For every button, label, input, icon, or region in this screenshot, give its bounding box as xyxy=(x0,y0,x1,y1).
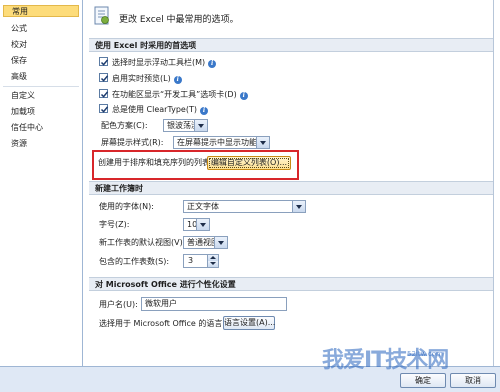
excel-options-dialog: 常用 公式 校对 保存 高级 自定义 加载项 信任中心 资源 更改 Excel … xyxy=(0,0,500,392)
color-scheme-label: 配色方案(C): xyxy=(101,121,148,130)
sidebar-item-customize[interactable]: 自定义 xyxy=(3,90,79,102)
checkbox-mini-toolbar[interactable] xyxy=(99,57,109,66)
sidebar-item-formulas[interactable]: 公式 xyxy=(3,23,79,35)
watermark-url: 52itw.com xyxy=(407,350,443,358)
ok-button[interactable]: 确定 xyxy=(400,373,446,388)
info-icon: i xyxy=(173,76,182,84)
sidebar-item-proofing[interactable]: 校对 xyxy=(3,39,79,51)
sidebar-item-general[interactable]: 常用 xyxy=(3,5,79,17)
language-settings-button[interactable]: 语言设置(A)... xyxy=(223,316,275,330)
options-page-icon xyxy=(93,6,111,26)
cancel-button[interactable]: 取消 xyxy=(450,373,496,388)
sidebar-item-trust-center[interactable]: 信任中心 xyxy=(3,122,79,134)
page-description: 更改 Excel 中最常用的选项。 xyxy=(119,15,239,25)
font-label: 使用的字体(N): xyxy=(99,202,154,211)
chevron-down-icon[interactable] xyxy=(214,237,227,248)
checkbox-label: 选择时显示浮动工具栏(M) xyxy=(112,58,206,67)
checkbox-cleartype[interactable] xyxy=(99,104,109,113)
font-size-select[interactable]: 10 xyxy=(183,218,210,231)
font-select[interactable]: 正文字体 xyxy=(183,200,306,213)
checkbox-row-live-preview[interactable]: 启用实时预览(L) i xyxy=(99,73,182,85)
sidebar-item-advanced[interactable]: 高级 xyxy=(3,71,79,83)
chevron-down-icon[interactable] xyxy=(292,201,305,212)
section-header-personalize: 对 Microsoft Office 进行个性化设置 xyxy=(89,277,493,291)
chevron-down-icon[interactable] xyxy=(196,219,209,230)
section-header-new-workbook: 新建工作簿时 xyxy=(89,181,493,195)
spin-down-icon[interactable] xyxy=(207,261,218,267)
sheet-count-label: 包含的工作表数(S): xyxy=(99,257,170,266)
sidebar-divider xyxy=(3,86,79,87)
default-view-select[interactable]: 普通视图 xyxy=(183,236,228,249)
checkbox-row-mini-toolbar[interactable]: 选择时显示浮动工具栏(M) i xyxy=(99,57,217,69)
chevron-down-icon[interactable] xyxy=(256,137,269,148)
checkbox-row-developer-tab[interactable]: 在功能区显示“开发工具”选项卡(D) i xyxy=(99,89,248,101)
checkbox-label: 在功能区显示“开发工具”选项卡(D) xyxy=(112,90,237,99)
screentip-style-select[interactable]: 在屏幕提示中显示功能说明 xyxy=(173,136,270,149)
user-name-label: 用户名(U): xyxy=(99,300,138,309)
checkbox-label: 启用实时预览(L) xyxy=(112,74,171,83)
section-header-preferences: 使用 Excel 时采用的首选项 xyxy=(89,38,493,52)
info-icon: i xyxy=(199,107,208,115)
user-name-input[interactable]: 微软用户 xyxy=(141,297,287,311)
color-scheme-select[interactable]: 银波荡漾 xyxy=(163,119,208,132)
info-icon: i xyxy=(208,60,217,68)
sheet-count-spinner[interactable]: 3 xyxy=(183,254,219,268)
font-value: 正文字体 xyxy=(187,202,219,211)
sidebar-item-resources[interactable]: 资源 xyxy=(3,138,79,150)
options-sidebar: 常用 公式 校对 保存 高级 自定义 加载项 信任中心 资源 xyxy=(0,0,83,366)
sidebar-item-addins[interactable]: 加载项 xyxy=(3,106,79,118)
info-icon: i xyxy=(239,92,248,100)
scroll-divider xyxy=(493,0,494,366)
font-size-label: 字号(Z): xyxy=(99,220,130,229)
checkbox-row-cleartype[interactable]: 总是使用 ClearType(T) i xyxy=(99,104,208,116)
checkbox-developer-tab[interactable] xyxy=(99,89,109,98)
custom-lists-label: 创建用于排序和填充序列的列表: xyxy=(98,158,213,167)
edit-custom-lists-button[interactable]: 编辑自定义列表(O)... xyxy=(207,156,291,170)
checkbox-label: 总是使用 ClearType(T) xyxy=(112,105,197,114)
checkbox-live-preview[interactable] xyxy=(99,73,109,82)
sidebar-item-save[interactable]: 保存 xyxy=(3,55,79,67)
options-content: 更改 Excel 中最常用的选项。 使用 Excel 时采用的首选项 选择时显示… xyxy=(83,0,500,366)
default-view-label: 新工作表的默认视图(V): xyxy=(99,238,186,247)
screentip-style-label: 屏幕提示样式(R): xyxy=(101,138,164,147)
watermark-logo: 我爱IT技术网 xyxy=(322,348,449,373)
chevron-down-icon[interactable] xyxy=(194,120,207,131)
language-label: 选择用于 Microsoft Office 的语言: xyxy=(99,319,226,328)
sheet-count-value: 3 xyxy=(188,256,194,265)
